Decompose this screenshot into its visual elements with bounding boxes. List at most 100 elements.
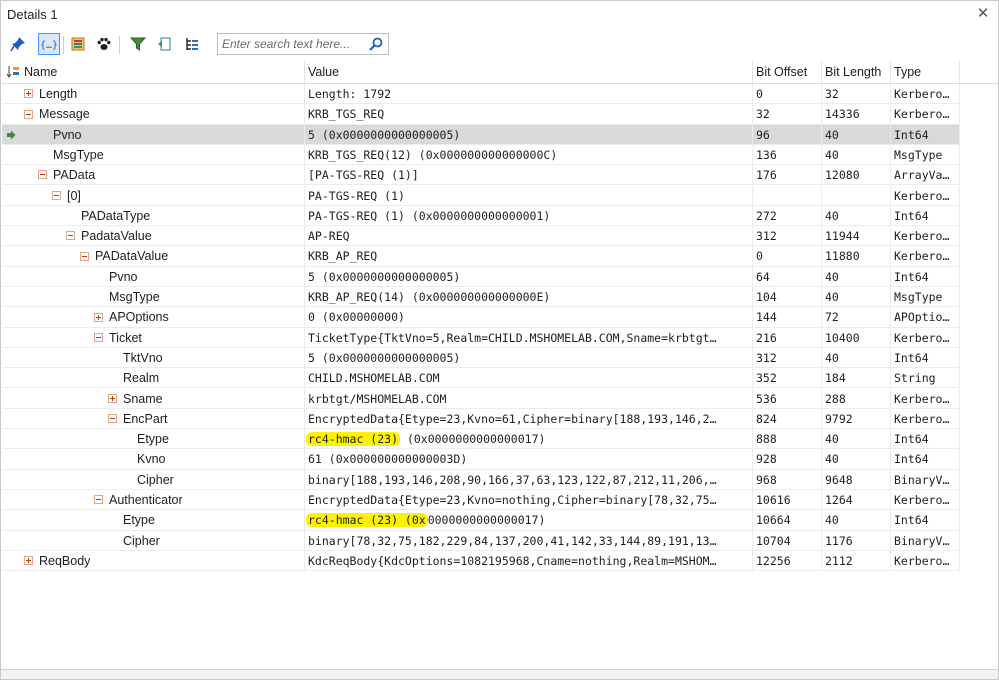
table-row[interactable]: Ticket TicketType{TktVno=5,Realm=CHILD.MS…	[2, 327, 960, 348]
field-name: Etype	[137, 432, 169, 447]
name-cell: EncPart	[2, 408, 305, 429]
value-cell: binary[188,193,146,208,90,166,37,63,123,…	[305, 469, 753, 490]
table-row[interactable]: TktVno 5 (0x0000000000000005) 312 40 Int64	[2, 347, 960, 369]
toolbar: {…}	[1, 31, 998, 59]
pin-icon	[10, 37, 25, 52]
table-row[interactable]: Cipher binary[78,32,75,182,229,84,137,200…	[2, 530, 960, 551]
length-cell	[822, 185, 891, 206]
table-row[interactable]: Pvno 5 (0x0000000000000005) 96 40 Int64	[2, 124, 960, 145]
name-cell: APOptions	[2, 307, 305, 328]
collapse-icon[interactable]	[94, 332, 103, 342]
table-row[interactable]: Pvno 5 (0x0000000000000005) 64 40 Int64	[2, 266, 960, 287]
offset-cell: 176	[753, 165, 822, 186]
expand-icon[interactable]	[108, 393, 117, 403]
value-cell: 5 (0x0000000000000005)	[305, 266, 753, 287]
field-name: MsgType	[109, 290, 160, 304]
name-cell: Ticket	[2, 327, 305, 348]
search-input[interactable]	[222, 35, 362, 53]
column-header-bit-offset[interactable]: Bit Offset	[753, 61, 822, 83]
length-cell: 14336	[822, 104, 891, 125]
list-button[interactable]	[181, 33, 203, 55]
column-header-value[interactable]: Value	[305, 61, 753, 83]
table-row[interactable]: EncPart EncryptedData{Etype=23,Kvno=61,Ci…	[2, 408, 960, 430]
field-name: MsgType	[53, 147, 104, 162]
field-name: Cipher	[137, 472, 174, 487]
layout-button[interactable]	[67, 33, 89, 55]
offset-cell: 928	[753, 449, 822, 470]
expand-icon[interactable]	[94, 312, 103, 322]
field-name: APOptions	[109, 310, 169, 325]
current-row-arrow-icon	[7, 130, 16, 140]
name-cell: Pvno	[2, 266, 305, 287]
table-row[interactable]: APOptions 0 (0x00000000) 144 72 APOptio…	[2, 307, 960, 328]
field-name: Authenticator	[109, 493, 183, 507]
value-cell: binary[78,32,75,182,229,84,137,200,41,14…	[305, 530, 753, 551]
table-row[interactable]: MsgType KRB_TGS_REQ(12) (0x00000000000000…	[2, 144, 960, 166]
type-cell: Kerbero…	[891, 185, 960, 206]
export-button[interactable]	[153, 33, 175, 55]
table-row[interactable]: Sname krbtgt/MSHOMELAB.COM 536 288 Kerbero…	[2, 388, 960, 409]
column-header-type[interactable]: Type	[891, 61, 960, 83]
offset-cell: 144	[753, 307, 822, 328]
table-row[interactable]: PAData [PA-TGS-REQ (1)] 176 12080 ArrayVa…	[2, 165, 960, 186]
close-icon[interactable]: ✕	[974, 5, 992, 23]
field-name: Length	[39, 87, 78, 101]
table-row[interactable]: Length Length: 1792 0 32 Kerbero…	[2, 84, 960, 105]
field-name: Kvno	[137, 452, 166, 467]
value-cell: TicketType{TktVno=5,Realm=CHILD.MSHOMELA…	[305, 327, 753, 348]
value-cell: PA-TGS-REQ (1)	[305, 185, 753, 206]
table-row[interactable]: MsgType KRB_AP_REQ(14) (0x000000000000000…	[2, 287, 960, 308]
offset-cell: 968	[753, 469, 822, 490]
length-cell: 12080	[822, 165, 891, 186]
collapse-icon[interactable]	[94, 495, 103, 505]
table-row[interactable]: Etype rc4-hmac (23) (0x0000000000000017) 8…	[2, 429, 960, 450]
details-window: Details 1 ✕ {…} Enter search text here..…	[0, 0, 999, 680]
collapse-icon[interactable]	[24, 109, 33, 119]
field-name: Cipher	[123, 533, 160, 548]
column-header-bit-length-label: Bit Length	[825, 65, 882, 79]
field-name: TktVno	[123, 350, 163, 365]
field-name: PadataValue	[81, 229, 152, 244]
name-cell: Message	[2, 104, 305, 125]
table-row[interactable]: PADataType PA-TGS-REQ (1) (0x000000000000…	[2, 205, 960, 227]
collapse-icon[interactable]	[38, 170, 47, 180]
offset-cell: 136	[753, 144, 822, 165]
column-header-bit-length[interactable]: Bit Length	[822, 61, 891, 83]
table-row[interactable]: PadataValue AP-REQ 312 11944 Kerbero…	[2, 226, 960, 247]
pin-button[interactable]	[7, 33, 29, 55]
table-row[interactable]: [0] PA-TGS-REQ (1) Kerbero…	[2, 185, 960, 206]
table-row[interactable]: Etype rc4-hmac (23) (0x 0000000000000017) 1…	[2, 510, 960, 531]
name-cell: Authenticator	[2, 490, 305, 510]
paw-button[interactable]	[93, 33, 115, 55]
name-cell: Cipher	[2, 469, 305, 490]
collapse-icon[interactable]	[80, 251, 89, 261]
table-row[interactable]: Message KRB_TGS_REQ 32 14336 Kerbero…	[2, 104, 960, 125]
search-icon[interactable]	[368, 36, 384, 52]
type-cell: Int64	[891, 347, 960, 368]
filter-button[interactable]	[127, 33, 149, 55]
column-header-type-label: Type	[894, 65, 922, 79]
column-header-name[interactable]: Name	[2, 61, 305, 83]
offset-cell: 32	[753, 104, 822, 125]
length-cell: 11880	[822, 246, 891, 267]
column-header-value-label: Value	[308, 65, 340, 79]
value-cell: PA-TGS-REQ (1) (0x0000000000000001)	[305, 205, 753, 226]
expand-icon[interactable]	[24, 89, 33, 99]
table-row[interactable]: Authenticator EncryptedData{Etype=23,Kvno…	[2, 490, 960, 511]
expand-icon[interactable]	[24, 556, 33, 566]
type-cell: Kerbero…	[891, 104, 960, 125]
type-cell: Int64	[891, 449, 960, 470]
table-row[interactable]: Cipher binary[188,193,146,208,90,166,37,6…	[2, 469, 960, 490]
length-cell: 9648	[822, 469, 891, 490]
braces-toggle-button[interactable]: {…}	[38, 33, 60, 55]
name-cell: Cipher	[2, 530, 305, 551]
field-name: Sname	[123, 391, 163, 406]
table-row[interactable]: ReqBody KdcReqBody{KdcOptions=1082195968,…	[2, 550, 960, 572]
collapse-icon[interactable]	[66, 231, 75, 241]
collapse-icon[interactable]	[52, 190, 61, 200]
table-row[interactable]: Realm CHILD.MSHOMELAB.COM 352 184 String	[2, 368, 960, 389]
table-row[interactable]: Kvno 61 (0x000000000000003D) 928 40 Int64	[2, 449, 960, 470]
collapse-icon[interactable]	[108, 414, 117, 423]
layout-icon	[71, 37, 85, 51]
table-row[interactable]: PADataValue KRB_AP_REQ 0 11880 Kerbero…	[2, 246, 960, 267]
